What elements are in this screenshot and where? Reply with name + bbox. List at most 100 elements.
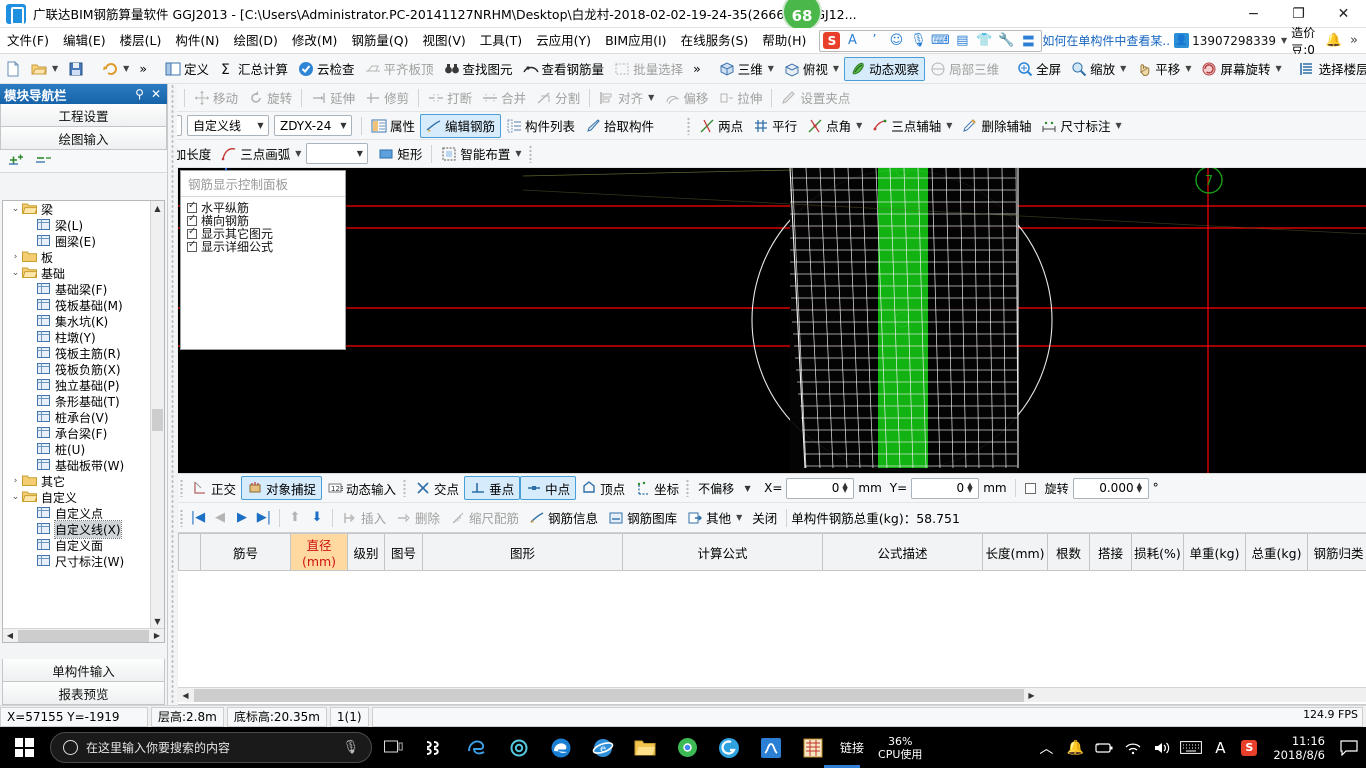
column-header-desc[interactable]: 公式描述 (822, 533, 983, 571)
extend-button[interactable]: 延伸 (306, 86, 360, 110)
merge-button[interactable]: 合并 (477, 86, 531, 110)
three-point-axis-button[interactable]: 三点辅轴 ▼ (867, 114, 957, 138)
tree-item-26[interactable]: 自定义线(X) (3, 519, 150, 539)
tree-item-22[interactable]: 基础板带(W) (3, 457, 150, 473)
keyboard-tray-icon[interactable] (1178, 727, 1204, 768)
next-record-icon[interactable]: ▶ (231, 507, 253, 529)
collapse-all-icon[interactable] (35, 153, 52, 169)
tree-item-11[interactable]: 基础梁(F) (3, 281, 150, 297)
y-offset-input[interactable]: 0 ▲ ▼ (911, 477, 980, 499)
single-component-input-button[interactable]: 单构件输入 (2, 659, 165, 682)
offset-mode-select[interactable]: 不偏移 ▼ (693, 478, 755, 499)
tree-item-20[interactable]: 承台梁(F) (3, 425, 150, 441)
component-subtype-select[interactable]: 自定义线 ▼ (187, 115, 269, 136)
tree-item-8[interactable]: 圈梁(E) (3, 233, 150, 249)
chrome-icon[interactable] (666, 727, 708, 768)
column-header-formula[interactable]: 计算公式 (622, 533, 823, 571)
stretch-button[interactable]: 拉伸 (713, 86, 767, 110)
insert-row-button[interactable]: 插入 (337, 506, 391, 530)
task-view-icon[interactable] (372, 727, 414, 768)
tree-item-16[interactable]: 筏板负筋(X) (3, 361, 150, 377)
move-down-icon[interactable]: ⬇ (306, 507, 328, 529)
toolbar1-overflow-left[interactable]: » (134, 57, 152, 81)
view-rebar-button[interactable]: 查看钢筋量 (518, 57, 610, 81)
pin-icon[interactable]: ⚲ (135, 87, 144, 101)
dimension-button[interactable]: 尺寸标注 ▼ (1036, 114, 1126, 138)
column-header-length[interactable]: 长度(mm) (982, 533, 1048, 571)
menu-component[interactable]: 构件(N) (168, 28, 226, 54)
move-up-icon[interactable]: ⬆ (284, 507, 306, 529)
scroll-left-icon[interactable]: ◀ (178, 691, 193, 700)
screen-rotate-button[interactable]: 屏幕旋转 ▼ (1196, 57, 1286, 81)
new-file-icon[interactable] (0, 57, 26, 81)
component-list-button[interactable]: 构件列表 (501, 114, 580, 138)
chevron-right-icon[interactable]: › (9, 252, 22, 262)
align-slab-button[interactable]: 平齐板顶 (360, 57, 439, 81)
toolbar-grip[interactable] (180, 508, 183, 527)
chevron-down-icon[interactable]: ▼ (1279, 36, 1287, 45)
emoji-icon[interactable]: ☺ (886, 31, 906, 50)
rotate-checkbox[interactable] (1024, 482, 1036, 494)
checkbox-show-detail-formula[interactable]: 显示详细公式 (187, 239, 345, 254)
x-offset-input[interactable]: 0 ▲ ▼ (786, 477, 855, 499)
skin-icon[interactable]: 👕 (974, 31, 994, 50)
properties-button[interactable]: 属性 (366, 114, 420, 138)
project-settings-button[interactable]: 工程设置 (0, 104, 167, 127)
rebar-table[interactable]: 筋号 直径(mm) 级别 图号 图形 计算公式 公式描述 长度(mm) 根数 搭接 损耗(%) 单重(… (178, 533, 1366, 705)
split-button[interactable]: 分割 (531, 86, 585, 110)
tree-item-24[interactable]: ⌄ 自定义 (3, 489, 150, 505)
column-header-count[interactable]: 根数 (1047, 533, 1090, 571)
define-button[interactable]: 定义 (160, 57, 214, 81)
select-floor-button[interactable]: 选择楼层 (1295, 57, 1366, 81)
draw-blank-select[interactable]: ▼ (306, 143, 369, 164)
menu-help[interactable]: 帮助(H) (755, 28, 813, 54)
menu-online-services[interactable]: 在线服务(S) (674, 28, 756, 54)
column-header-totalweight[interactable]: 总重(kg) (1245, 533, 1308, 571)
tree-item-19[interactable]: 桩承台(V) (3, 409, 150, 425)
column-header-shape[interactable]: 图形 (422, 533, 623, 571)
spinner-icon[interactable]: ▲ ▼ (842, 482, 851, 494)
checkbox-icon[interactable] (187, 213, 197, 226)
chevron-down-icon[interactable]: ▼ (253, 121, 268, 130)
move-button[interactable]: 移动 (189, 86, 243, 110)
checkbox-icon[interactable] (187, 226, 197, 239)
report-preview-button[interactable]: 报表预览 (2, 682, 165, 705)
menu-cloud-apps[interactable]: 云应用(Y) (529, 28, 598, 54)
tree-item-25[interactable]: 自定义点 (3, 505, 150, 521)
scroll-down-icon[interactable]: ▼ (151, 614, 164, 628)
toolbar-grip[interactable] (528, 144, 532, 163)
rotate-button[interactable]: 旋转 (243, 86, 297, 110)
start-button[interactable] (0, 727, 48, 768)
last-record-icon[interactable]: ▶| (253, 507, 275, 529)
undo-icon[interactable]: ▼ (97, 57, 134, 81)
battery-icon[interactable] (1091, 727, 1117, 768)
toolbar-grip[interactable] (180, 479, 183, 497)
drawing-input-button[interactable]: 绘图输入 (0, 127, 167, 150)
scroll-thumb[interactable] (194, 688, 1024, 702)
save-icon[interactable] (63, 57, 89, 81)
fullscreen-button[interactable]: 全屏 (1012, 57, 1066, 81)
column-header-lap[interactable]: 搭接 (1089, 533, 1132, 571)
close-icon[interactable]: ✕ (151, 87, 161, 101)
tree-item-14[interactable]: 柱墩(Y) (3, 329, 150, 345)
edit-rebar-button[interactable]: 编辑钢筋 (420, 113, 502, 138)
chevron-down-icon[interactable]: ▼ (740, 484, 755, 493)
tree-item-15[interactable]: 筏板主筋(R) (3, 345, 150, 361)
wrench-icon[interactable]: 🔧 (996, 31, 1016, 50)
checkbox-icon[interactable] (187, 239, 197, 252)
microphone-icon[interactable]: 🎙 (908, 31, 928, 50)
notification-icon[interactable] (1336, 727, 1362, 768)
chevron-down-icon[interactable]: ▼ (352, 149, 367, 158)
tree-item-17[interactable]: 独立基础(P) (3, 377, 150, 393)
font-A-icon[interactable]: A (842, 31, 862, 50)
component-tree[interactable]: 墙洞(D)壁龛(I)连梁(G)过梁(G)带形洞带形窗⌄梁梁(L)圈梁(E)›板⌄… (2, 200, 165, 643)
viewport-canvas[interactable]: 7 (178, 168, 1366, 473)
wifi-icon[interactable] (1120, 727, 1146, 768)
delete-row-button[interactable]: 删除 (391, 506, 445, 530)
break-button[interactable]: 打断 (423, 86, 477, 110)
other-button[interactable]: 其他 ▼ (682, 506, 747, 530)
menu-modify[interactable]: 修改(M) (285, 28, 345, 54)
taskbar-clock[interactable]: 11:16 2018/8/6 (1265, 734, 1333, 762)
three-d-button[interactable]: 三维 ▼ (714, 57, 779, 81)
find-element-button[interactable]: 查找图元 (439, 57, 518, 81)
